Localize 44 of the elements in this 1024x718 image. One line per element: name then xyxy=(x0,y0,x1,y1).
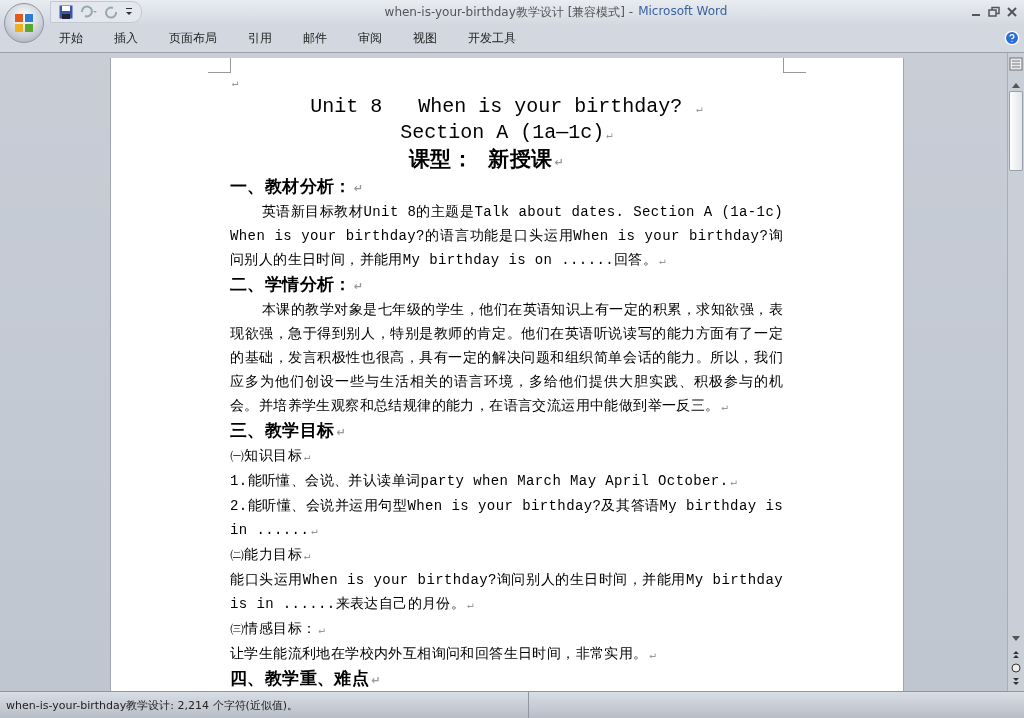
window-title: when-is-your-birthday教学设计 [兼容模式] - xyxy=(384,3,634,21)
paragraph: 让学生能流利地在学校内外互相询问和回答生日时间，非常实用。↵ xyxy=(230,645,658,664)
previous-page-icon[interactable] xyxy=(1011,649,1021,659)
office-logo-icon xyxy=(13,12,35,34)
office-button[interactable] xyxy=(4,3,44,43)
scroll-up-icon[interactable] xyxy=(1011,81,1021,89)
paragraph: 能口头运用When is your birthday?询问别人的生日时间，并能用My birthday is in ......来表达自己的月份。↵ xyxy=(230,571,783,614)
body-paragraph: 英语新目标教材Unit 8的主题是Talk about dates. Section A (1a-1c) When is your birthday?的语言功能是口头运用When is your birthday?询问别人的生日时间，并能用My birthday is on ......回答。↵ xyxy=(230,203,783,270)
ribbon-tab[interactable]: 邮件 xyxy=(290,26,340,50)
ribbon-tab[interactable]: 页面布局 xyxy=(156,26,230,50)
scrollbar-thumb[interactable] xyxy=(1009,91,1023,171)
close-icon[interactable] xyxy=(1006,6,1018,18)
ribbon-tab[interactable]: 审阅 xyxy=(345,26,395,50)
lesson-type: 课型： 新授课↵ xyxy=(407,147,566,173)
document-title: Section A (1a—1c)↵ xyxy=(399,121,614,146)
document-title: Unit 8 When is your birthday? ↵ xyxy=(309,95,704,120)
paragraph: ㈠知识目标↵ xyxy=(230,447,313,466)
help-icon[interactable] xyxy=(1004,30,1020,46)
ribbon-tab[interactable]: 引用 xyxy=(235,26,285,50)
section-heading: 一、教材分析：↵ xyxy=(230,175,365,198)
ruler-toggle-icon[interactable] xyxy=(1009,57,1023,71)
section-heading: 三、教学目标↵ xyxy=(230,419,348,442)
ribbon-tab[interactable]: 视图 xyxy=(400,26,450,50)
section-heading: 二、学情分析：↵ xyxy=(230,273,365,296)
ribbon-tab[interactable]: 插入 xyxy=(101,26,151,50)
paragraph-mark: ↵ xyxy=(232,77,240,89)
paragraph: ㈢情感目标：↵ xyxy=(230,620,327,639)
status-text: when-is-your-birthday教学设计: 2,214 个字符(近似值)。 xyxy=(0,692,529,718)
next-page-icon[interactable] xyxy=(1011,677,1021,687)
paragraph: ㈡能力目标↵ xyxy=(230,546,313,565)
paragraph: 1.能听懂、会说、并认读单词party when March May April October.↵ xyxy=(230,472,739,491)
browse-object-icon[interactable] xyxy=(1011,663,1021,673)
paragraph: 2.能听懂、会说并运用句型When is your birthday?及其答语My birthday is in ......↵ xyxy=(230,497,783,540)
margin-corner-mark xyxy=(208,58,231,73)
app-name: Microsoft Word xyxy=(638,3,728,20)
restore-icon[interactable] xyxy=(988,6,1000,18)
body-paragraph: 本课的教学对象是七年级的学生，他们在英语知识上有一定的积累，求知欲强，表现欲强，急于得到别人，特别是教师的肯定。他们在英语听说读写的能力方面有了一定的基础，发言积极性也很高，具有一定的解决问题和组织简单会话的能力。所以，我们应多为他们创设一些与生活相关的语言环境，多给他们提供大胆实践、积极参与的机会。并培养学生观察和总结规律的能力，在语言交流运用中能做到举一反三。↵ xyxy=(230,301,783,416)
save-icon[interactable] xyxy=(59,5,73,19)
section-heading: 四、教学重、难点↵ xyxy=(230,667,382,690)
customize-toolbar-icon[interactable] xyxy=(125,7,133,17)
ribbon-tab[interactable]: 开始 xyxy=(46,26,96,50)
ribbon-tab[interactable]: 开发工具 xyxy=(455,26,529,50)
margin-corner-mark xyxy=(783,58,806,73)
scroll-down-icon[interactable] xyxy=(1011,635,1021,643)
